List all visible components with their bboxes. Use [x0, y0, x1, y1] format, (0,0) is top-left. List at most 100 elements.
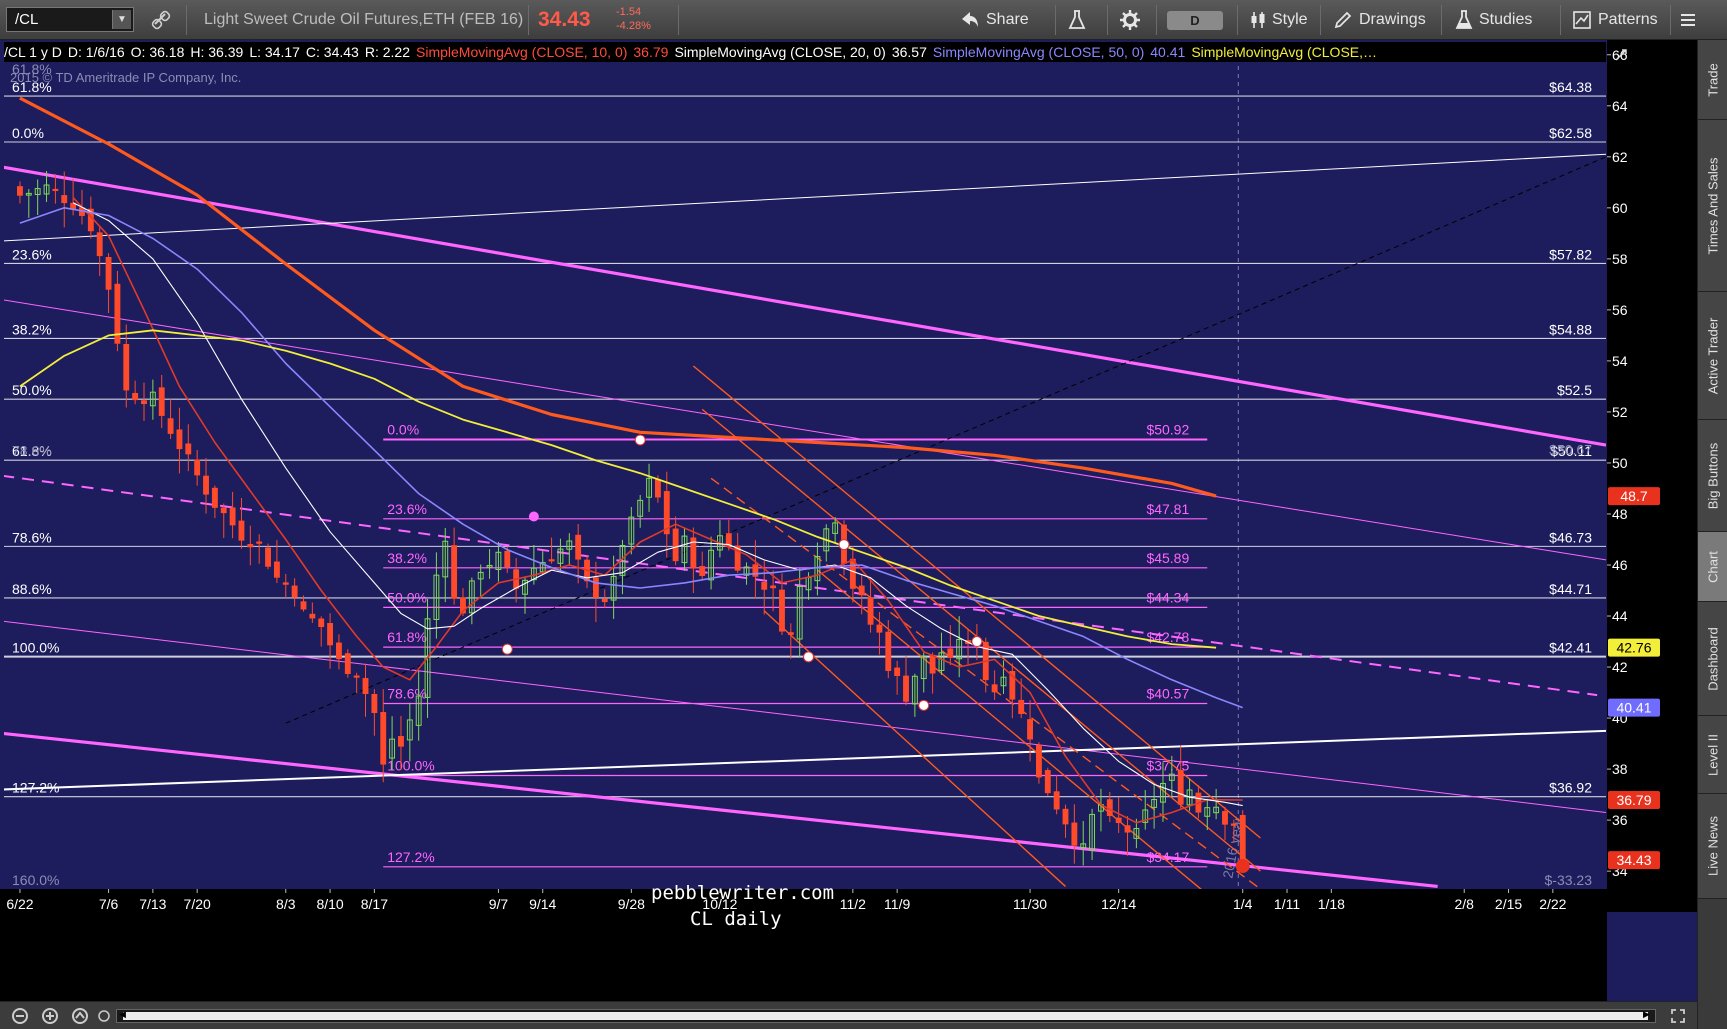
zoom-controls[interactable]	[10, 1006, 110, 1026]
expand-icon[interactable]	[1670, 1008, 1686, 1024]
fib-label-major: 88.6%	[12, 581, 52, 597]
candle-body	[1035, 744, 1042, 778]
toolbar-separator	[1320, 5, 1321, 35]
style-button[interactable]: Style	[1250, 0, 1308, 40]
studies-button[interactable]: Studies	[1455, 0, 1532, 40]
price-tag-label: 36.79	[1616, 792, 1651, 808]
candle-body	[1062, 808, 1069, 825]
side-tab-label: Chart	[1705, 550, 1721, 583]
fib-label-major: 0.0%	[12, 125, 44, 141]
net-change-pct: -4.28%	[616, 20, 651, 32]
side-tab-chart[interactable]: Chart	[1698, 532, 1727, 602]
candle-body	[601, 598, 608, 603]
toolbar-separator	[678, 5, 679, 35]
price-tag-label: 40.41	[1616, 700, 1651, 716]
plot-area	[4, 42, 1606, 889]
fib-label-major: 38.2%	[12, 321, 52, 337]
link-icon[interactable]	[150, 9, 172, 31]
legend-sma50-label: SimpleMovingAvg (CLOSE, 50, 0)	[932, 44, 1145, 60]
flask-studies-icon	[1455, 10, 1473, 29]
candle-body	[858, 585, 865, 596]
pivot-marker	[803, 651, 815, 663]
candle-body	[300, 601, 307, 610]
share-icon	[962, 12, 978, 27]
patterns-button[interactable]: Patterns	[1572, 0, 1658, 40]
candle-body	[991, 684, 998, 693]
side-tab-label: Active Trader	[1705, 317, 1721, 394]
legend-date: D: 1/6/16	[67, 44, 125, 60]
fib-price-major: $36.92	[1549, 780, 1592, 796]
y-tick-label: 58	[1612, 251, 1628, 267]
menu-button[interactable]	[1680, 0, 1696, 40]
zoom-fit-icon[interactable]	[72, 1008, 88, 1024]
candle-body	[867, 597, 874, 625]
candle-body	[1115, 817, 1122, 824]
horizontal-scrollbar[interactable]: ◀ ▶	[0, 1001, 1697, 1029]
fib-price-major: $64.38	[1549, 79, 1592, 95]
side-tab-dashboard[interactable]: Dashboard	[1698, 602, 1727, 716]
drawings-button[interactable]: Drawings	[1333, 0, 1426, 40]
x-tick-label: 8/10	[316, 896, 343, 912]
candle-body	[318, 618, 325, 628]
candle-body	[52, 188, 59, 192]
legend-high: H: 36.39	[190, 44, 244, 60]
share-label: Share	[986, 11, 1029, 28]
side-tab-trade[interactable]: Trade	[1698, 40, 1727, 120]
pivot-marker	[634, 434, 646, 446]
candle-body	[353, 675, 360, 678]
side-tab-label: Level II	[1705, 733, 1721, 776]
fib-label-minor: 127.2%	[387, 849, 434, 865]
side-tab-big-buttons[interactable]: Big Buttons	[1698, 420, 1727, 532]
toolbar-separator	[1670, 5, 1671, 35]
share-button[interactable]: Share	[960, 0, 1029, 40]
symbol-selector[interactable]: /CL ▼	[6, 7, 134, 32]
y-tick-label: 44	[1612, 608, 1628, 624]
price-tag-label: 48.7	[1620, 488, 1647, 504]
side-panel-tabs: Trade Times And Sales Active Trader Big …	[1697, 40, 1727, 1029]
scroll-left-icon[interactable]: ◀	[119, 1009, 126, 1020]
fib-price-minor: $50.92	[1146, 421, 1189, 437]
candle-body	[61, 195, 68, 204]
fib-label-minor: 38.2%	[387, 550, 427, 566]
side-tab-active-trader[interactable]: Active Trader	[1698, 292, 1727, 420]
pivot-marker	[971, 636, 983, 648]
x-tick-label: 1/4	[1233, 896, 1253, 912]
zoom-reset-icon[interactable]	[98, 1010, 110, 1022]
chevron-down-icon[interactable]: ▼	[112, 10, 131, 29]
side-tab-live-news[interactable]: Live News	[1698, 794, 1727, 899]
fib-label-faint: 78.6%	[12, 442, 52, 458]
zoom-out-icon[interactable]	[12, 1008, 28, 1024]
side-tab-times-and-sales[interactable]: Times And Sales	[1698, 120, 1727, 292]
zoom-in-icon[interactable]	[42, 1008, 58, 1024]
legend-sma20-value: 36.57	[891, 44, 927, 60]
style-icon	[1251, 12, 1265, 28]
candle-body	[1230, 823, 1237, 826]
legend-sma20-label: SimpleMovingAvg (CLOSE, 20, 0)	[674, 44, 886, 60]
fib-price-minor: $44.34	[1146, 589, 1189, 605]
side-tab-label: Big Buttons	[1705, 442, 1721, 509]
legend-range: R: 2.22	[364, 44, 410, 60]
side-tab-level-ii[interactable]: Level II	[1698, 716, 1727, 794]
fib-label-minor: 50.0%	[387, 589, 427, 605]
scroll-right-icon[interactable]: ▶	[1643, 1009, 1650, 1020]
flask-button[interactable]	[1068, 0, 1086, 40]
last-price: 34.43	[538, 8, 591, 31]
settings-button[interactable]	[1120, 0, 1140, 40]
x-tick-label: 12/14	[1101, 896, 1136, 912]
price-chart[interactable]: 61.8% $64.38 0.0% $62.58 23.6% $57.82 38.2% $54…	[0, 40, 1697, 1001]
y-tick-label: 54	[1612, 353, 1628, 369]
y-tick-label: 42	[1612, 659, 1628, 675]
watermark-line-1: pebblewriter.com	[651, 882, 835, 904]
studies-label: Studies	[1479, 11, 1533, 28]
scrollbar-thumb[interactable]	[123, 1012, 1648, 1020]
candle-body	[451, 545, 458, 599]
candle-body	[1239, 815, 1246, 861]
aggregation-period-button[interactable]: D	[1167, 11, 1223, 30]
candle-body	[770, 585, 777, 589]
x-tick-label: 2/8	[1454, 896, 1474, 912]
symbol-text: /CL	[15, 11, 39, 28]
legend-symbol: /CL 1 y D	[4, 44, 62, 60]
scrollbar-track[interactable]	[116, 1009, 1656, 1023]
y-tick-label: 66	[1612, 47, 1628, 63]
candle-body	[273, 561, 280, 578]
